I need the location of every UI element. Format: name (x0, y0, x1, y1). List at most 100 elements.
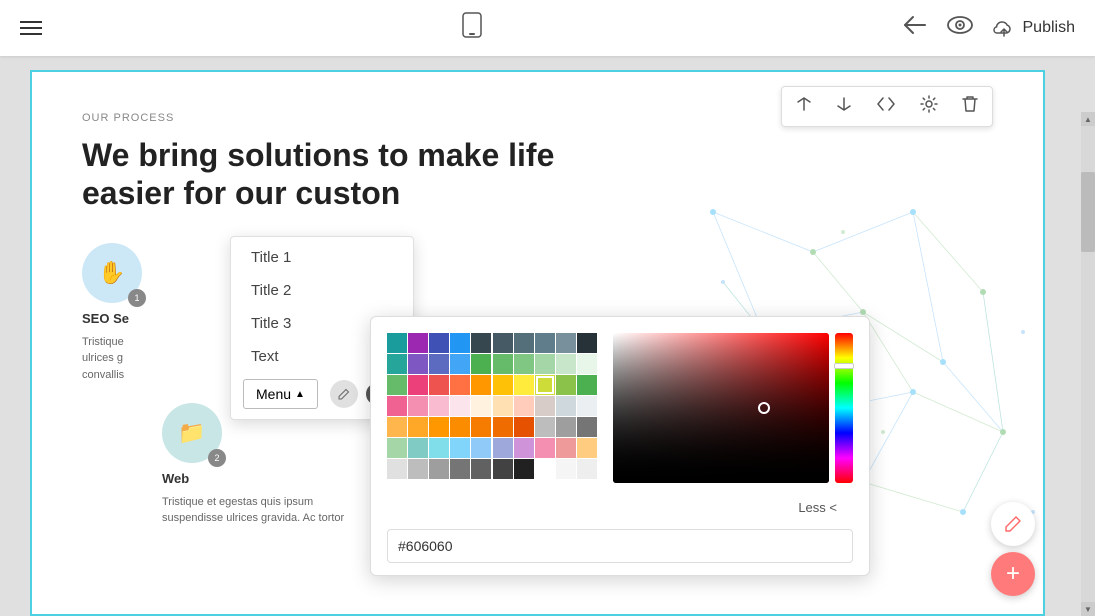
swatch-cell[interactable] (408, 459, 428, 479)
swatch-cell[interactable] (429, 459, 449, 479)
swatch-cell[interactable] (493, 333, 513, 353)
publish-button[interactable]: Publish (993, 19, 1075, 37)
fab-edit-button[interactable] (991, 502, 1035, 546)
less-button[interactable]: Less < (782, 496, 853, 519)
swatch-cell[interactable] (429, 438, 449, 458)
swatch-cell[interactable] (450, 438, 470, 458)
swatch-cell[interactable] (450, 354, 470, 374)
swatch-cell[interactable] (429, 354, 449, 374)
swatch-cell[interactable] (429, 396, 449, 416)
swatch-cell[interactable] (493, 375, 513, 395)
swatch-cell[interactable] (493, 459, 513, 479)
mobile-preview-button[interactable] (461, 12, 483, 44)
swatch-cell[interactable] (429, 417, 449, 437)
swatch-cell[interactable] (514, 333, 534, 353)
hamburger-menu[interactable] (20, 21, 42, 35)
swatch-cell[interactable] (556, 354, 576, 374)
edit-icon-btn[interactable] (330, 380, 358, 408)
swatch-cell[interactable] (450, 333, 470, 353)
swatch-cell[interactable] (471, 459, 491, 479)
swatch-cell[interactable] (535, 459, 555, 479)
swatch-cell[interactable] (577, 438, 597, 458)
swatch-cell[interactable] (535, 417, 555, 437)
menu-dropdown[interactable]: Menu ▲ (243, 379, 318, 409)
swatch-cell[interactable] (556, 417, 576, 437)
swatch-cell[interactable] (450, 459, 470, 479)
hue-strip[interactable] (835, 333, 853, 483)
swatch-cell[interactable] (535, 333, 555, 353)
top-bar: Publish (0, 0, 1095, 56)
fab-add-button[interactable]: + (991, 552, 1035, 596)
swatch-cell[interactable] (450, 375, 470, 395)
swatch-cell[interactable] (514, 375, 534, 395)
swatch-cell[interactable] (429, 333, 449, 353)
swatch-cell[interactable] (577, 396, 597, 416)
swatch-cell[interactable] (535, 375, 555, 395)
swatch-cell[interactable] (387, 396, 407, 416)
swatch-cell[interactable] (493, 417, 513, 437)
swatch-cell[interactable] (450, 396, 470, 416)
swatch-cell[interactable] (471, 396, 491, 416)
swatch-cell[interactable] (471, 438, 491, 458)
swatch-cell[interactable] (387, 375, 407, 395)
move-up-button[interactable] (792, 94, 816, 119)
swatch-cell[interactable] (408, 333, 428, 353)
swatch-cell[interactable] (387, 438, 407, 458)
swatch-cell[interactable] (535, 396, 555, 416)
swatch-cell[interactable] (471, 333, 491, 353)
swatch-cell[interactable] (493, 438, 513, 458)
delete-button[interactable] (958, 93, 982, 120)
swatch-cell[interactable] (514, 354, 534, 374)
swatch-cell[interactable] (493, 396, 513, 416)
swatch-cell[interactable] (408, 417, 428, 437)
swatch-cell[interactable] (387, 333, 407, 353)
less-row: Less < (371, 499, 869, 521)
swatch-cell[interactable] (556, 333, 576, 353)
card-item-2: 📁 2 Web Tristique et egestas quis ipsums… (162, 403, 344, 527)
swatch-cell[interactable] (514, 417, 534, 437)
swatch-cell[interactable] (556, 459, 576, 479)
swatch-cell[interactable] (408, 375, 428, 395)
menu-item-title1[interactable]: Title 1 (231, 241, 413, 274)
swatch-cell[interactable] (535, 438, 555, 458)
swatch-cell[interactable] (577, 333, 597, 353)
swatch-cell[interactable] (577, 354, 597, 374)
swatch-cell[interactable] (577, 375, 597, 395)
swatch-cell[interactable] (408, 438, 428, 458)
swatch-cell[interactable] (387, 459, 407, 479)
swatch-cell[interactable] (556, 396, 576, 416)
top-bar-right: Publish (903, 15, 1075, 41)
move-down-button[interactable] (832, 94, 856, 119)
swatch-cell[interactable] (493, 354, 513, 374)
swatch-cell[interactable] (387, 417, 407, 437)
scroll-thumb[interactable] (1081, 172, 1095, 252)
menu-item-title2[interactable]: Title 2 (231, 274, 413, 307)
swatch-cell[interactable] (514, 459, 534, 479)
back-button[interactable] (903, 15, 927, 41)
swatch-cell[interactable] (408, 354, 428, 374)
preview-button[interactable] (947, 16, 973, 40)
hex-input[interactable] (387, 529, 853, 563)
swatch-cell[interactable] (450, 417, 470, 437)
canvas-area: OUR PROCESS We bring solutions to make l… (0, 56, 1095, 616)
saturation-gradient[interactable] (613, 333, 829, 483)
swatch-cell[interactable] (408, 396, 428, 416)
swatch-cell[interactable] (471, 375, 491, 395)
scroll-down-arrow[interactable]: ▼ (1081, 602, 1095, 616)
swatch-cell[interactable] (556, 375, 576, 395)
hue-handle[interactable] (834, 363, 854, 369)
swatch-cell[interactable] (387, 354, 407, 374)
swatch-cell[interactable] (514, 396, 534, 416)
code-button[interactable] (872, 94, 900, 119)
swatch-cell[interactable] (471, 354, 491, 374)
settings-button[interactable] (916, 93, 942, 120)
swatch-cell[interactable] (514, 438, 534, 458)
scroll-up-arrow[interactable]: ▲ (1081, 112, 1095, 126)
swatch-cell[interactable] (556, 438, 576, 458)
swatch-cell[interactable] (577, 459, 597, 479)
swatch-cell[interactable] (429, 375, 449, 395)
gradient-handle[interactable] (758, 402, 770, 414)
swatch-cell[interactable] (535, 354, 555, 374)
swatch-cell[interactable] (577, 417, 597, 437)
swatch-cell[interactable] (471, 417, 491, 437)
